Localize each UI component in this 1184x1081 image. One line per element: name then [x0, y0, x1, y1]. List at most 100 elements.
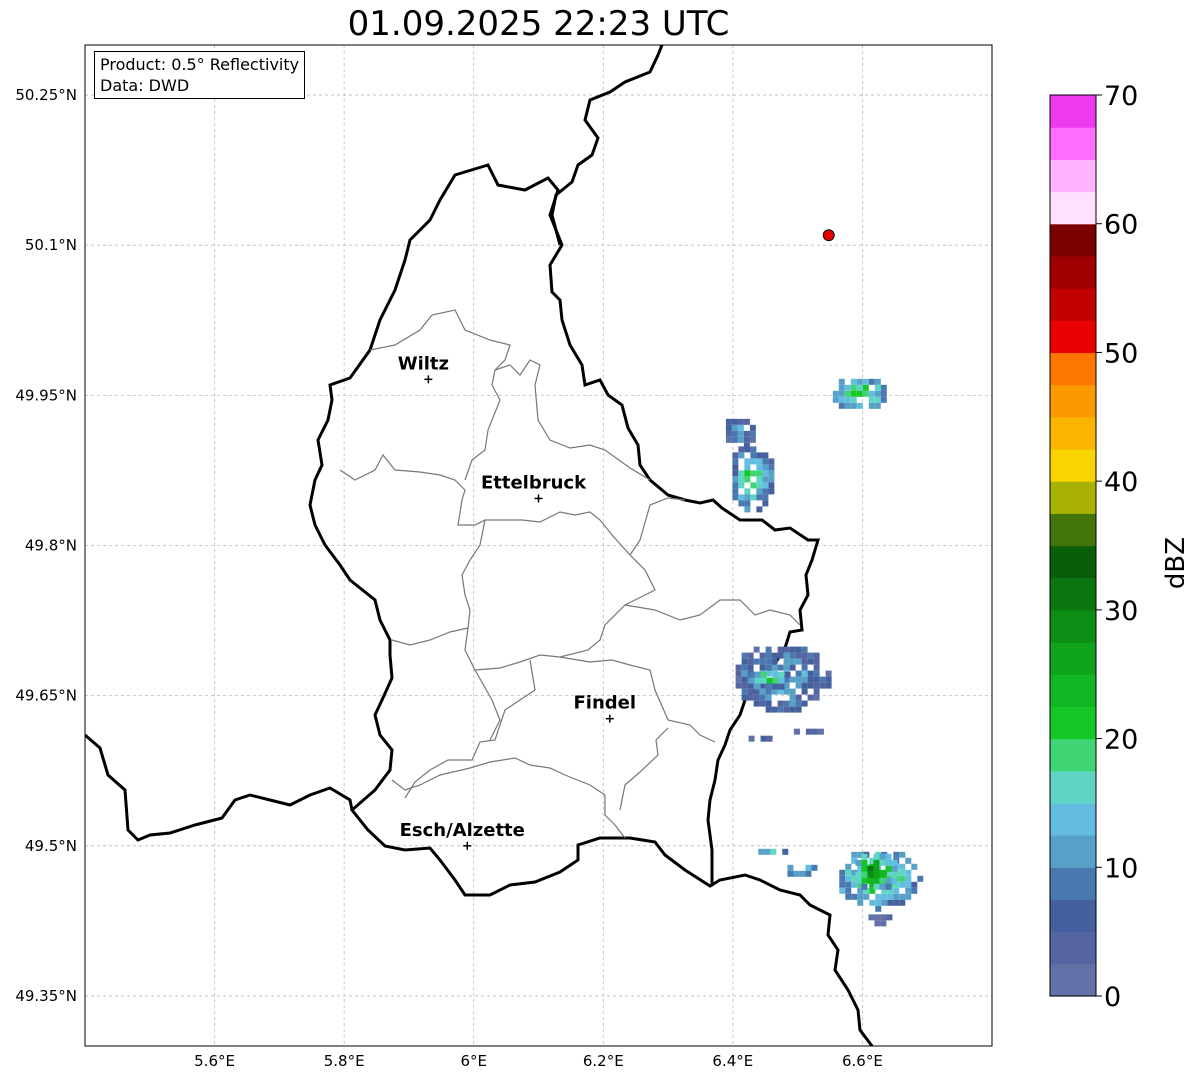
echo-cell	[845, 887, 852, 894]
echo-cell	[807, 670, 814, 677]
echo-cell	[899, 893, 906, 900]
echo-cell	[861, 871, 868, 878]
echo-cell	[867, 865, 874, 872]
echo-cell	[801, 664, 808, 671]
echo-cell	[807, 658, 814, 665]
echo-cell	[771, 652, 778, 659]
echo-cell	[737, 436, 744, 443]
echo-cell	[759, 694, 766, 701]
echo-cell	[887, 893, 894, 900]
echo-cell	[756, 458, 763, 465]
echo-cell	[744, 506, 751, 513]
luxembourg-border	[308, 163, 821, 897]
echo-cell	[885, 877, 892, 884]
colorbar-segment	[1050, 674, 1096, 707]
echo-cell	[748, 671, 755, 678]
echo-cell	[759, 658, 766, 665]
echo-cell	[807, 694, 814, 701]
radar-echo	[748, 735, 773, 742]
echo-cell	[756, 464, 763, 471]
echo-cell	[911, 887, 918, 894]
echo-cell	[793, 870, 800, 877]
echo-cell	[747, 652, 754, 659]
echo-cell	[811, 864, 818, 871]
colorbar-tick-label: 50	[1104, 338, 1138, 369]
echo-cell	[893, 893, 900, 900]
echo-cell	[795, 658, 802, 665]
echo-cell	[738, 500, 745, 507]
echo-cell	[857, 899, 864, 906]
echo-cell	[838, 378, 845, 385]
echo-cell	[861, 883, 868, 890]
lat-tick-label: 49.5°N	[25, 837, 77, 855]
echo-cell	[874, 402, 881, 409]
echo-cell	[805, 864, 812, 871]
echo-cell	[851, 893, 858, 900]
echo-cell	[880, 390, 887, 397]
lon-tick-label: 5.6°E	[194, 1052, 235, 1070]
echo-cell	[905, 857, 912, 864]
echo-cell	[795, 652, 802, 659]
echo-cell	[880, 384, 887, 391]
echo-cell	[753, 700, 760, 707]
echo-cell	[772, 683, 779, 690]
echo-cell	[765, 646, 772, 653]
echo-cell	[839, 887, 846, 894]
echo-cell	[760, 671, 767, 678]
echo-cell	[879, 871, 886, 878]
echo-cell	[869, 899, 876, 906]
echo-cell	[789, 652, 796, 659]
echo-cell	[756, 494, 763, 501]
echo-cell	[750, 470, 757, 477]
echo-cell	[732, 476, 739, 483]
city-label: Wiltz	[398, 353, 449, 374]
echo-cell	[771, 664, 778, 671]
colorbar-segment	[1050, 577, 1096, 611]
radar-echo	[855, 853, 898, 890]
echo-cell	[783, 700, 790, 707]
echo-cell	[744, 488, 751, 495]
echo-cell	[855, 859, 862, 866]
echo-cell	[778, 683, 785, 690]
echo-cell	[768, 464, 775, 471]
echo-cell	[801, 700, 808, 707]
echo-cell	[879, 853, 886, 860]
echo-cell	[765, 700, 772, 707]
echo-cell	[762, 476, 769, 483]
echo-cell	[850, 396, 857, 403]
colorbar-segment	[1050, 95, 1096, 128]
echo-cell	[759, 700, 766, 707]
echo-cell	[899, 851, 906, 858]
echo-cell	[861, 865, 868, 872]
colorbar-segment	[1050, 738, 1096, 772]
radar-echo	[725, 418, 756, 449]
echo-cell	[748, 735, 755, 742]
echo-cell	[762, 464, 769, 471]
echo-cell	[783, 664, 790, 671]
echo-cell	[738, 470, 745, 477]
echo-cell	[813, 652, 820, 659]
echo-cell	[873, 871, 880, 878]
echo-cell	[813, 682, 820, 689]
colorbar-tick-label: 0	[1104, 982, 1121, 1013]
echo-cell	[801, 646, 808, 653]
colorbar-segment	[1050, 513, 1096, 547]
echo-cell	[801, 652, 808, 659]
echo-cell	[768, 458, 775, 465]
echo-cell	[768, 476, 775, 483]
echo-cell	[749, 436, 756, 443]
echo-cell	[744, 494, 751, 501]
echo-cell	[825, 682, 832, 689]
echo-cell	[731, 418, 738, 425]
echo-cell	[845, 881, 852, 888]
echo-cell	[732, 458, 739, 465]
echo-cell	[737, 424, 744, 431]
lon-tick-label: 6.6°E	[842, 1052, 883, 1070]
echo-cell	[885, 865, 892, 872]
echo-cell	[795, 670, 802, 677]
echo-cell	[850, 402, 857, 409]
echo-cell	[731, 436, 738, 443]
echo-cell	[845, 863, 852, 870]
echo-cell	[861, 859, 868, 866]
echo-cell	[762, 458, 769, 465]
